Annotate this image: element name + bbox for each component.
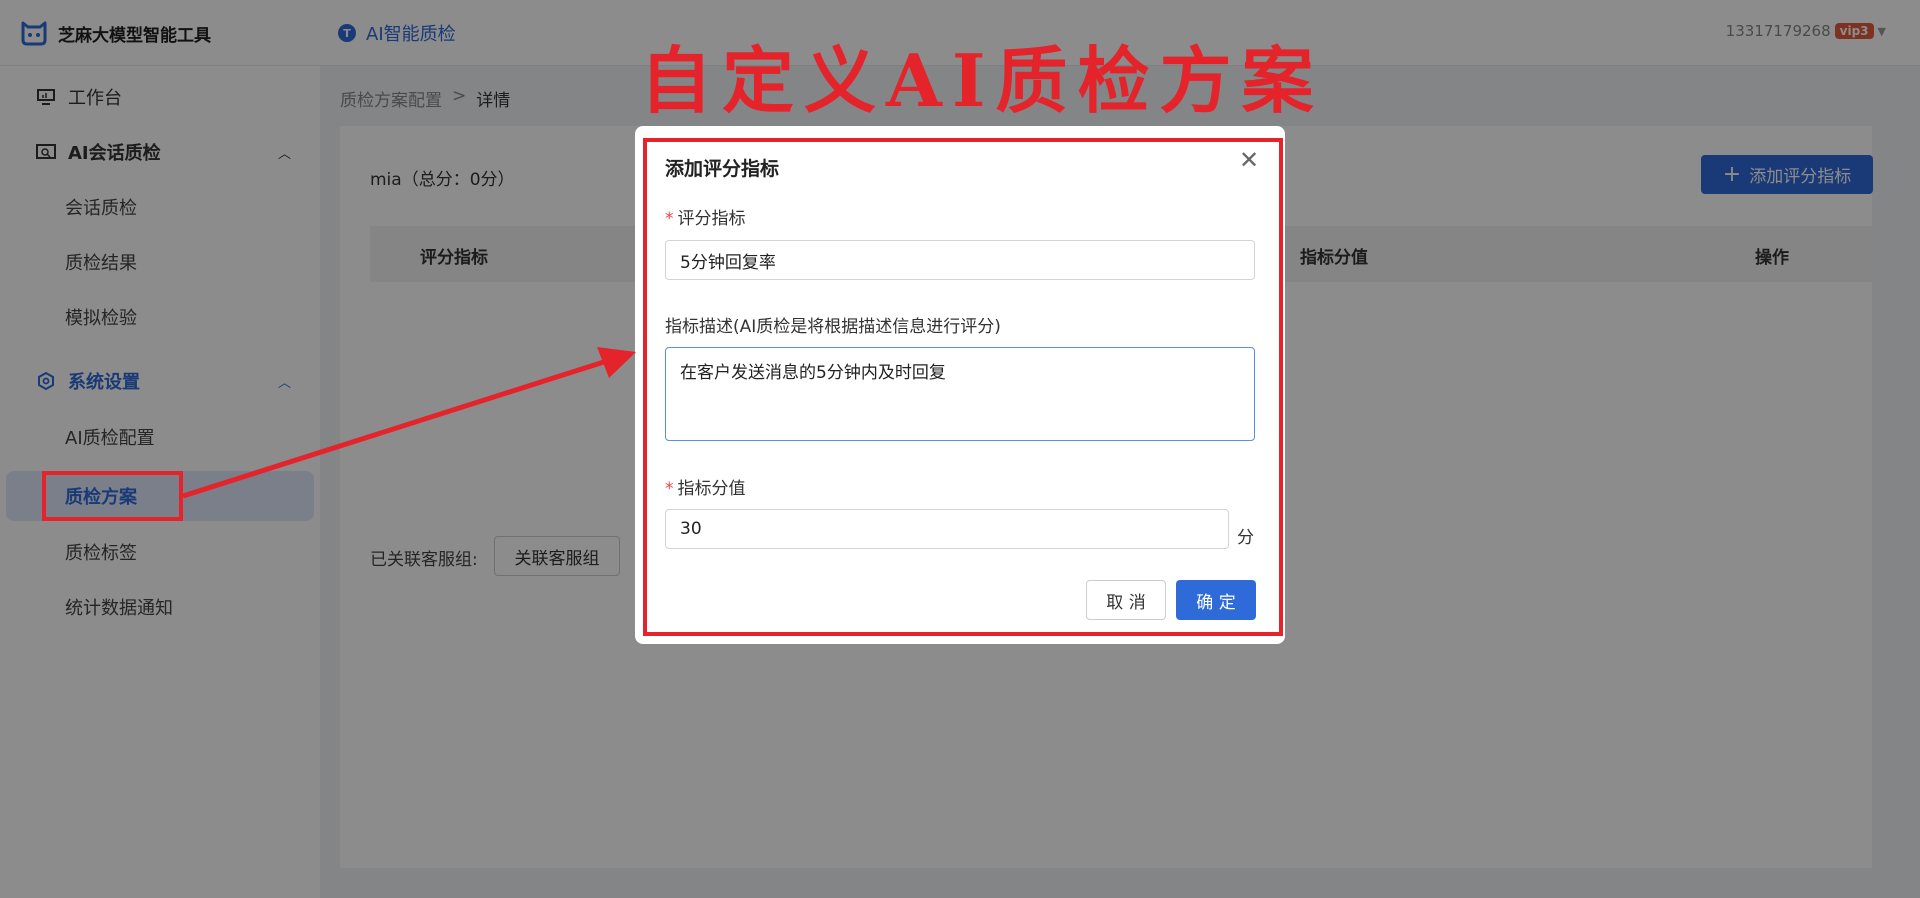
annotation-title: 自定义AI质检方案 [640, 38, 1324, 123]
annotation-dialog-frame [643, 138, 1283, 636]
annotation-menu-frame [42, 471, 183, 521]
